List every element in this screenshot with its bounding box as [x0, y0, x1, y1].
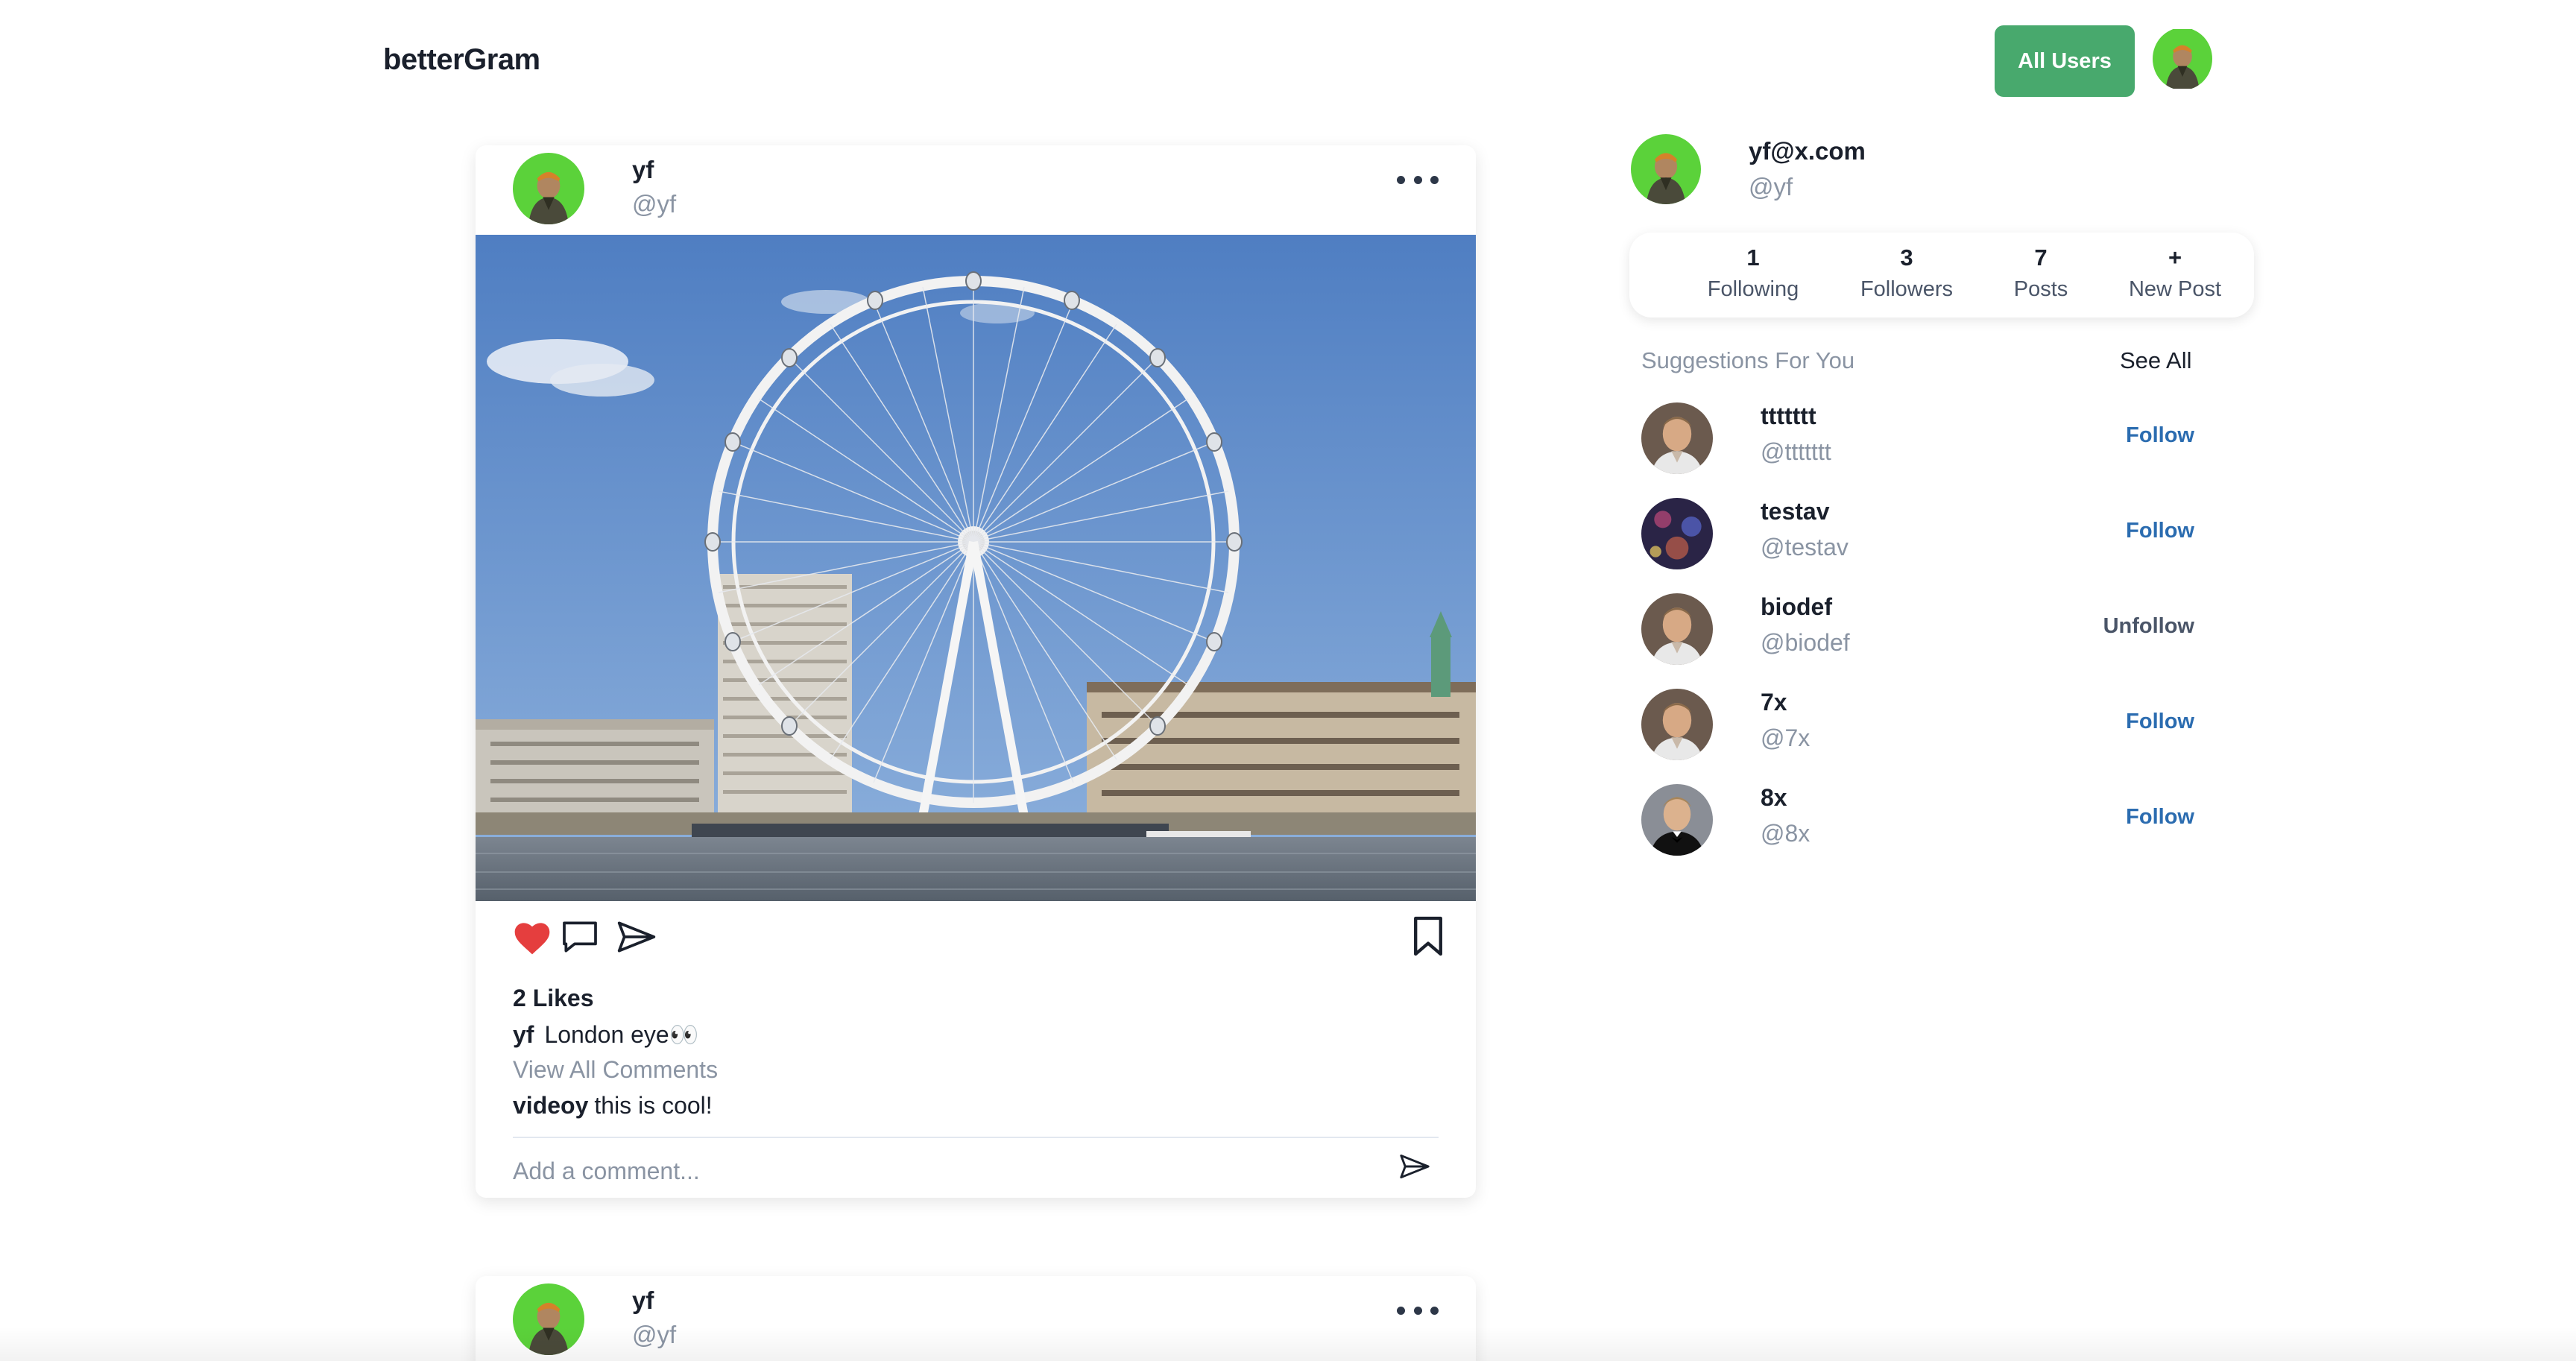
- suggestion-handle: @8x: [1761, 820, 1811, 847]
- app-page: betterGram All Users yf @yf 2 Likes yf L…: [0, 0, 2576, 1361]
- bottom-scroll-shadow: [0, 1327, 2576, 1361]
- caption-text: London eye👀: [544, 1021, 699, 1048]
- comment-divider: [513, 1137, 1439, 1138]
- follow-button[interactable]: Follow: [2126, 805, 2194, 830]
- comment-item: videoy this is cool!: [513, 1092, 713, 1120]
- stat-following[interactable]: 1 Following: [1671, 233, 1835, 318]
- caption-username[interactable]: yf: [513, 1021, 534, 1048]
- suggestion-name[interactable]: testav: [1761, 498, 1830, 525]
- stat-label: Following: [1707, 277, 1799, 301]
- post-actions: [505, 913, 1446, 965]
- profile-handle: @yf: [1749, 173, 1793, 200]
- add-comment-input[interactable]: [513, 1152, 1377, 1190]
- comment-text: this is cool!: [594, 1092, 713, 1119]
- profile-avatar[interactable]: [1631, 134, 1701, 204]
- plus-icon: +: [2168, 244, 2182, 271]
- suggestion-handle: @testav: [1761, 534, 1849, 560]
- share-send-icon[interactable]: [616, 918, 657, 960]
- post-author-name[interactable]: yf: [632, 156, 654, 184]
- post-author-avatar[interactable]: [513, 153, 584, 224]
- suggestion-item: 8x @8x Follow: [1641, 784, 2194, 859]
- stat-value: 1: [1746, 244, 1760, 271]
- suggestion-avatar[interactable]: [1641, 402, 1713, 474]
- suggestion-item: testav @testav Follow: [1641, 498, 2194, 572]
- suggestion-avatar[interactable]: [1641, 593, 1713, 665]
- stat-label: New Post: [2128, 277, 2222, 301]
- profile-email[interactable]: yf@x.com: [1749, 137, 1866, 165]
- suggestion-handle: @ttttttt: [1761, 438, 1831, 465]
- post-image[interactable]: [476, 235, 1476, 901]
- suggestion-name[interactable]: ttttttt: [1761, 402, 1816, 430]
- follow-button[interactable]: Follow: [2126, 710, 2194, 734]
- post-caption: yf London eye👀: [513, 1020, 699, 1049]
- suggestion-name[interactable]: 8x: [1761, 784, 1787, 812]
- suggestions-title: Suggestions For You: [1641, 347, 1855, 373]
- suggestion-avatar[interactable]: [1641, 784, 1713, 856]
- follow-button[interactable]: Follow: [2126, 423, 2194, 448]
- unfollow-button[interactable]: Unfollow: [2103, 614, 2194, 639]
- suggestion-avatar[interactable]: [1641, 689, 1713, 760]
- suggestion-name[interactable]: 7x: [1761, 689, 1787, 716]
- suggestion-handle: @biodef: [1761, 629, 1850, 656]
- more-options-icon[interactable]: [1397, 1295, 1439, 1325]
- suggestion-handle: @7x: [1761, 724, 1811, 751]
- see-all-link[interactable]: See All: [2120, 347, 2192, 374]
- new-post-button[interactable]: + New Post: [2093, 233, 2257, 318]
- more-options-icon[interactable]: [1397, 165, 1439, 195]
- comment-username[interactable]: videoy: [513, 1092, 588, 1119]
- post-author-handle: @yf: [632, 190, 677, 218]
- bookmark-icon[interactable]: [1410, 915, 1446, 961]
- suggestion-item: ttttttt @ttttttt Follow: [1641, 402, 2194, 477]
- send-comment-icon[interactable]: [1398, 1152, 1431, 1185]
- profile-stats: 1 Following 3 Followers 7 Posts + New Po…: [1629, 233, 2254, 318]
- view-all-comments-link[interactable]: View All Comments: [513, 1056, 718, 1084]
- brand-logo[interactable]: betterGram: [383, 43, 540, 77]
- suggestion-avatar[interactable]: [1641, 498, 1713, 569]
- post-author-name[interactable]: yf: [632, 1286, 654, 1315]
- post-card: yf @yf: [476, 145, 1476, 1198]
- suggestion-item: 7x @7x Follow: [1641, 689, 2194, 763]
- user-avatar-icon[interactable]: [2153, 28, 2212, 90]
- post-header: yf @yf: [476, 145, 1476, 235]
- comment-icon[interactable]: [559, 918, 601, 960]
- all-users-button[interactable]: All Users: [1995, 25, 2135, 97]
- like-heart-icon[interactable]: [511, 918, 553, 960]
- likes-count: 2 Likes: [513, 985, 594, 1011]
- suggestion-name[interactable]: biodef: [1761, 593, 1832, 621]
- follow-button[interactable]: Follow: [2126, 519, 2194, 543]
- suggestion-item: biodef @biodef Unfollow: [1641, 593, 2194, 668]
